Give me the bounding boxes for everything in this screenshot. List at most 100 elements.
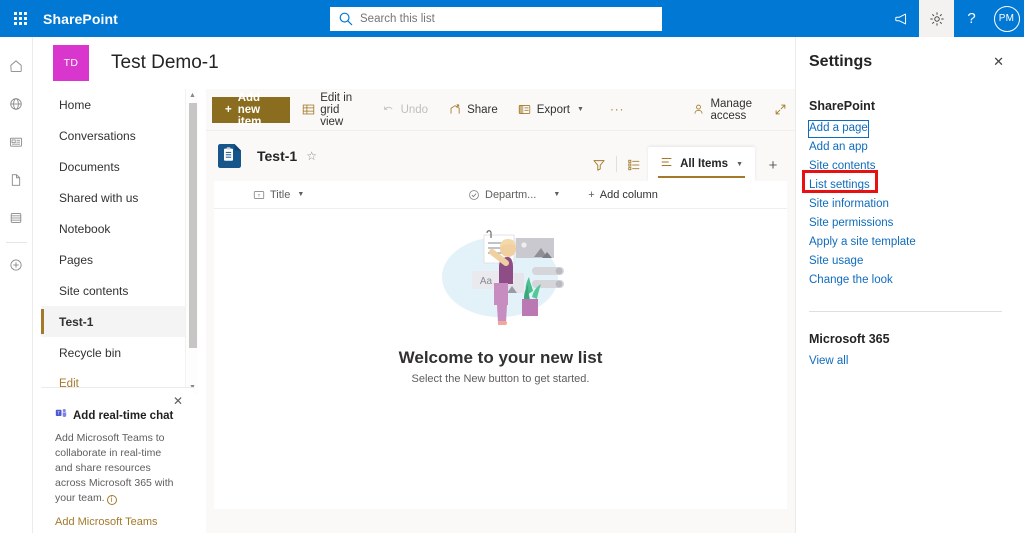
search-icon: [338, 11, 354, 27]
site-avatar[interactable]: TD: [53, 45, 89, 81]
app-launcher-icon[interactable]: [0, 0, 40, 37]
edit-in-grid-view-label: Edit in grid view: [320, 91, 353, 128]
text-field-icon: T: [252, 188, 265, 201]
list-canvas: + Add new item Edit in grid view Undo Sh…: [206, 89, 795, 533]
manage-access-button[interactable]: Manage access: [684, 97, 761, 123]
rail-divider: [5, 242, 27, 243]
avatar-initials: PM: [993, 5, 1020, 32]
nav-label: Shared with us: [59, 190, 139, 205]
panel-link-add-an-app[interactable]: Add an app: [809, 140, 868, 156]
suite-header: SharePoint ? PM: [0, 0, 1024, 37]
add-new-item-button[interactable]: + Add new item: [212, 92, 291, 128]
file-icon[interactable]: [0, 161, 33, 199]
panel-link-site-information[interactable]: Site information: [809, 197, 889, 213]
close-icon[interactable]: ✕: [171, 394, 185, 408]
create-icon[interactable]: [0, 246, 33, 284]
link-row: Add an app: [809, 137, 1006, 156]
link-row: Site permissions: [809, 213, 1006, 232]
nav-label: Site contents: [59, 283, 129, 298]
panel-link-list-settings[interactable]: List settings: [809, 178, 870, 194]
link-row: List settings: [802, 170, 1006, 194]
close-icon[interactable]: ✕: [991, 53, 1006, 70]
lists-icon[interactable]: [0, 199, 33, 237]
promo-title: Add real-time chat: [73, 410, 174, 422]
command-bar: + Add new item Edit in grid view Undo Sh…: [206, 89, 795, 131]
list-pane-icon[interactable]: [620, 149, 648, 181]
scrollbar-thumb[interactable]: [188, 103, 197, 348]
share-button[interactable]: Share: [440, 97, 506, 123]
help-icon[interactable]: ?: [954, 0, 989, 37]
share-label: Share: [467, 103, 498, 116]
gear-icon[interactable]: [919, 0, 954, 37]
page-title[interactable]: Test Demo-1: [111, 52, 219, 74]
home-icon[interactable]: [0, 47, 33, 85]
panel-link-site-usage[interactable]: Site usage: [809, 254, 863, 270]
svg-text:Aa: Aa: [479, 276, 492, 287]
full-screen-button[interactable]: [765, 97, 795, 123]
sidebar-item-documents[interactable]: Documents: [41, 151, 192, 182]
megaphone-icon[interactable]: [884, 0, 919, 37]
settings-panel: Settings ✕ SharePoint Add a page Add an …: [795, 37, 1024, 533]
info-icon[interactable]: i: [106, 494, 117, 505]
avatar[interactable]: PM: [989, 0, 1024, 37]
sidebar-item-home[interactable]: Home: [41, 89, 192, 120]
promo-heading: T Add real-time chat: [55, 407, 181, 425]
favorite-star-icon[interactable]: ☆: [306, 149, 317, 163]
sidebar-item-test-1[interactable]: Test-1: [41, 306, 192, 337]
help-glyph: ?: [967, 10, 976, 27]
filter-icon[interactable]: [585, 149, 613, 181]
panel-link-add-a-page[interactable]: Add a page: [808, 120, 869, 138]
plus-icon: +: [225, 103, 232, 116]
sidebar-item-site-contents[interactable]: Site contents: [41, 275, 192, 306]
overflow-button[interactable]: ···: [602, 97, 633, 123]
news-icon[interactable]: [0, 123, 33, 161]
chevron-down-icon: ▼: [553, 191, 561, 198]
add-view-button[interactable]: +: [759, 149, 787, 181]
add-microsoft-teams-link[interactable]: Add Microsoft Teams: [55, 516, 181, 528]
sidebar-item-recycle-bin[interactable]: Recycle bin: [41, 337, 192, 368]
promo-text: Add Microsoft Teams to collaborate in re…: [55, 432, 174, 504]
export-label: Export: [536, 103, 570, 116]
link-row: Site usage: [809, 251, 1006, 270]
panel-divider: [809, 311, 1002, 312]
share-icon: [448, 103, 462, 117]
view-selector[interactable]: All Items ▼: [648, 147, 755, 181]
panel-link-apply-a-site-template[interactable]: Apply a site template: [809, 235, 916, 251]
nav-label: Test-1: [59, 314, 94, 329]
column-header-department[interactable]: Departm... ▼: [467, 188, 560, 201]
add-column-button[interactable]: + Add column: [588, 189, 658, 201]
view-icon: [660, 155, 674, 174]
column-header-title[interactable]: T Title ▼: [252, 188, 467, 201]
sidebar-item-shared-with-us[interactable]: Shared with us: [41, 182, 192, 213]
site-avatar-initials: TD: [63, 57, 79, 69]
nav-label: Home: [59, 97, 92, 112]
sidebar-item-conversations[interactable]: Conversations: [41, 120, 192, 151]
site-navigation: Home Conversations Documents Shared with…: [41, 89, 192, 394]
panel-link-view-all[interactable]: View all: [809, 354, 848, 370]
search-input[interactable]: [360, 13, 654, 25]
nav-label: Conversations: [59, 128, 136, 143]
empty-state: Aa Welcome to your new list Select the N…: [214, 217, 787, 385]
grid-icon: [302, 103, 315, 117]
column-headers: T Title ▼ Departm... ▼ + Add column: [214, 181, 787, 209]
panel-link-change-the-look[interactable]: Change the look: [809, 273, 893, 289]
panel-link-site-contents[interactable]: Site contents: [809, 159, 875, 175]
section-heading-microsoft-365: Microsoft 365: [809, 332, 890, 346]
nav-scrollbar[interactable]: ▲ ▼: [185, 89, 198, 394]
link-row: View all: [809, 351, 1006, 370]
list-title[interactable]: Test-1: [257, 148, 297, 164]
link-row: Apply a site template: [809, 232, 1006, 251]
export-button[interactable]: Export ▼: [510, 97, 592, 123]
column-label: Title: [270, 188, 291, 201]
chevron-down-icon: ▼: [577, 106, 584, 113]
sidebar-item-notebook[interactable]: Notebook: [41, 213, 192, 244]
teams-icon: T: [55, 407, 68, 425]
app-rail: [0, 37, 33, 533]
sharepoint-brand[interactable]: SharePoint: [43, 11, 118, 27]
search-box[interactable]: [330, 7, 662, 31]
edit-in-grid-view-button[interactable]: Edit in grid view: [294, 92, 369, 128]
scroll-up-icon[interactable]: ▲: [186, 89, 199, 102]
sidebar-item-pages[interactable]: Pages: [41, 244, 192, 275]
panel-link-site-permissions[interactable]: Site permissions: [809, 216, 893, 232]
globe-icon[interactable]: [0, 85, 33, 123]
